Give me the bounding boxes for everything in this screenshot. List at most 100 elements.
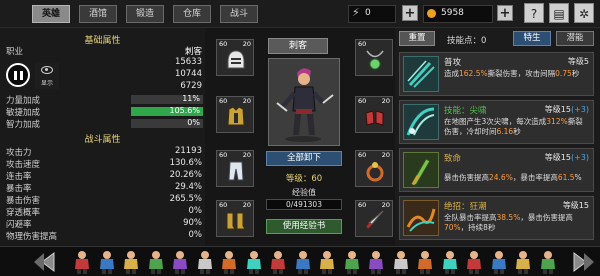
slot-count: 20 [381, 151, 390, 159]
desc-text: ，暴击伤害提高 [520, 213, 573, 222]
equip-slot-leg-armor[interactable]: 60 20 [216, 150, 254, 187]
tab-hero[interactable]: 英雄 [32, 5, 70, 23]
prev-page-icon[interactable] [32, 251, 62, 273]
hero-warrior-icon[interactable] [95, 249, 119, 275]
skill-card-basic-attack[interactable]: 普攻 等级5 造成162.5%撕裂伤害，攻击间隔0.75秒 [399, 52, 594, 96]
desc-text: ，暴击率提高 [512, 173, 558, 182]
skill-level-value: 等级15 [562, 201, 589, 210]
desc-highlight: 24.6% [489, 173, 513, 182]
stat-bar-intellect-bonus: 智力加成 0% [6, 118, 203, 130]
exp-value: 0/491303 [286, 200, 322, 209]
desc-text: 全队暴击率提高 [444, 213, 497, 222]
hero-knight-icon[interactable] [193, 249, 217, 275]
slot-count: 20 [242, 201, 251, 209]
desc-highlight: 312% [546, 117, 568, 126]
settings-gear-icon[interactable]: ✲ [574, 3, 594, 23]
desc-text: ，持续8秒 [460, 223, 496, 232]
stat-value: 265.5% [169, 194, 202, 204]
use-exp-book-button[interactable]: 使用经验书 [266, 219, 342, 234]
hero-monk-icon[interactable] [242, 249, 266, 275]
hero-hunter-icon[interactable] [511, 249, 535, 275]
skill-name: 绝招：狂潮 [444, 202, 487, 212]
helmet-icon [227, 50, 245, 69]
equip-slot-weapon[interactable]: 60 20 [355, 200, 393, 237]
desc-text: 在地图产生3次尖啸，每次造成 [444, 117, 547, 126]
equip-slot-boots[interactable]: 60 20 [216, 200, 254, 237]
hero-mage-icon[interactable] [119, 249, 143, 275]
claw-slash-icon [407, 60, 435, 88]
bar-fill [131, 95, 139, 104]
equip-slot-body-armor[interactable]: 60 20 [216, 96, 254, 133]
equip-slot-gloves[interactable]: 60 20 [355, 96, 393, 133]
add-gold-button[interactable]: + [497, 5, 513, 21]
hero-shaman-icon[interactable] [438, 249, 462, 275]
pause-button[interactable] [6, 63, 30, 87]
tab-trait[interactable]: 特生 [513, 31, 551, 46]
hero-paladin-icon[interactable] [340, 249, 364, 275]
hero-druid-icon[interactable] [266, 249, 290, 275]
equip-slot-ring[interactable]: 60 20 [355, 150, 393, 187]
tab-warehouse[interactable]: 仓库 [173, 5, 211, 23]
hero-guardian-icon[interactable] [462, 249, 486, 275]
help-icon[interactable]: ? [524, 3, 544, 23]
progress-bar: 11% [131, 94, 203, 104]
skill-card-lethal[interactable]: 致命 等级15(+3) 暴击伤害提高24.6%，暴击率提高61.5% [399, 148, 594, 192]
desc-text: 秒 [571, 69, 580, 78]
skill-name: 技能：尖啸 [444, 106, 487, 116]
hero-rogue-icon[interactable] [144, 249, 168, 275]
equip-slot-helmet[interactable]: 60 20 [216, 39, 254, 76]
bar-value: 0% [187, 118, 200, 127]
hero-witch-icon[interactable] [413, 249, 437, 275]
desc-text: 造成 [444, 69, 459, 78]
unequip-all-button[interactable]: 全部卸下 [266, 151, 342, 166]
skill-level: 等级15 [563, 200, 589, 211]
stat-row-combo-rate: 连击率 20.26% [6, 170, 202, 182]
hero-ranger-icon[interactable] [291, 249, 315, 275]
stat-bar-agility-bonus: 敏捷加成 105.6% [6, 106, 203, 118]
hero-assassin-icon[interactable] [217, 249, 241, 275]
desc-highlight: 0.75 [555, 69, 572, 78]
hero-berserker-icon[interactable] [315, 249, 339, 275]
amulet-icon [366, 50, 384, 70]
body-armor-icon [227, 106, 245, 126]
stat-row-dodge: 闪避率 90% [6, 218, 202, 230]
gold-coin-icon [427, 9, 436, 18]
tab-potential[interactable]: 潜能 [556, 31, 594, 46]
stat-label: 暴击伤害 [6, 196, 41, 206]
quest-book-icon[interactable]: ▤ [549, 3, 569, 23]
slot-level: 60 [219, 151, 228, 159]
hero-samurai-icon[interactable] [389, 249, 413, 275]
hero-cleric-icon[interactable] [168, 249, 192, 275]
skill-name: 普攻 [444, 58, 462, 68]
show-toggle[interactable]: 显示 [35, 63, 59, 89]
skill-level: 等级5 [568, 56, 589, 67]
tab-forge[interactable]: 锻造 [126, 5, 164, 23]
stat-value: 0% [188, 206, 203, 216]
hero-reaper-icon[interactable] [487, 249, 511, 275]
stat-label: 攻击力 [6, 148, 32, 158]
stat-row-crit-damage: 暴击伤害 265.5% [6, 194, 202, 206]
skill-level: 等级15(+3) [545, 104, 589, 115]
progress-bar: 105.6% [131, 106, 203, 116]
stat-value: 21193 [174, 146, 202, 156]
stat-value: 0% [188, 230, 203, 240]
stat-row-physical-damage: 物理伤害提高 0% [6, 230, 203, 242]
tab-battle[interactable]: 战斗 [220, 5, 258, 23]
hero-sage-icon[interactable] [536, 249, 560, 275]
hero-necromancer-icon[interactable] [364, 249, 388, 275]
tab-tavern[interactable]: 酒馆 [79, 5, 117, 23]
skill-icon-frame [403, 56, 439, 92]
skill-card-frenzy-tide[interactable]: 绝招：狂潮 等级15 全队暴击率提高38.5%，暴击伤害提高 70%，持续8秒 [399, 196, 594, 240]
eye-icon [41, 66, 53, 74]
shriek-icon [406, 107, 435, 136]
reset-button[interactable]: 重置 [399, 31, 435, 46]
stat-label: 连击率 [6, 172, 32, 182]
character-level: 等级：60 [285, 174, 323, 184]
dagger-icon [366, 210, 384, 229]
skill-card-shriek[interactable]: 技能：尖啸 等级15(+3) 在地图产生3次尖啸，每次造成312%撕裂伤害，冷却… [399, 100, 594, 144]
equip-slot-amulet[interactable]: 60 [355, 39, 393, 76]
hero-archer-icon[interactable] [70, 249, 94, 275]
add-energy-button[interactable]: + [402, 5, 418, 21]
next-page-icon[interactable] [566, 251, 596, 273]
bar-value: 11% [182, 94, 200, 103]
